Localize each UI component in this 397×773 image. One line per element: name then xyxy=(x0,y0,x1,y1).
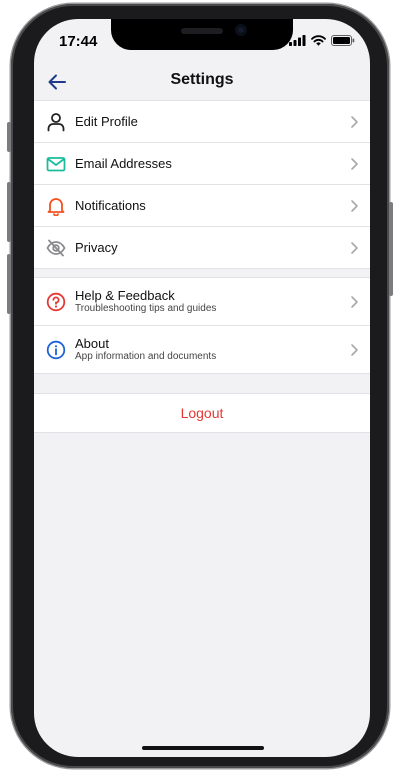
settings-item-label: Email Addresses xyxy=(75,156,172,171)
status-icons xyxy=(289,35,355,46)
notch xyxy=(111,19,293,50)
status-time: 17:44 xyxy=(59,33,98,50)
logout-label: Logout xyxy=(180,405,224,421)
signal-icon xyxy=(289,35,306,46)
envelope-icon xyxy=(46,156,66,171)
question-circle-icon xyxy=(46,292,66,311)
logout-button[interactable]: Logout xyxy=(34,393,370,433)
speaker-grille xyxy=(181,28,223,34)
settings-item-label: Notifications xyxy=(75,198,146,213)
chevron-right-icon xyxy=(351,199,358,212)
settings-item-privacy[interactable]: Privacy xyxy=(34,226,370,269)
settings-item-help-feedback[interactable]: Help & Feedback Troubleshooting tips and… xyxy=(34,277,370,325)
settings-group-account: Edit Profile Email Addresses Notificatio… xyxy=(34,100,370,269)
chevron-right-icon xyxy=(351,241,358,254)
user-icon xyxy=(47,112,65,131)
home-indicator[interactable] xyxy=(142,746,264,750)
phone-screen: 17:44 Settings Edit Profile Email Addres… xyxy=(34,19,370,757)
navigation-header: Settings xyxy=(34,63,370,100)
volume-up-button xyxy=(7,182,11,242)
settings-item-edit-profile[interactable]: Edit Profile xyxy=(34,100,370,142)
settings-item-sublabel: App information and documents xyxy=(75,351,217,362)
settings-item-about[interactable]: About App information and documents xyxy=(34,325,370,374)
battery-icon xyxy=(331,35,355,46)
settings-item-label: Privacy xyxy=(75,240,118,255)
chevron-right-icon xyxy=(351,157,358,170)
settings-item-label: Help & Feedback xyxy=(75,288,175,303)
wifi-icon xyxy=(311,35,326,46)
bell-icon xyxy=(47,197,65,216)
eye-slash-icon xyxy=(46,239,66,256)
chevron-right-icon xyxy=(351,295,358,308)
volume-down-button xyxy=(7,254,11,314)
settings-item-label: About xyxy=(75,336,109,351)
settings-item-sublabel: Troubleshooting tips and guides xyxy=(75,303,217,314)
settings-group-support: Help & Feedback Troubleshooting tips and… xyxy=(34,277,370,374)
front-camera xyxy=(235,24,247,36)
chevron-right-icon xyxy=(351,115,358,128)
info-circle-icon xyxy=(46,340,66,359)
settings-item-email-addresses[interactable]: Email Addresses xyxy=(34,142,370,184)
mute-switch xyxy=(7,122,11,152)
page-title: Settings xyxy=(170,71,234,88)
settings-item-label: Edit Profile xyxy=(75,114,138,129)
chevron-right-icon xyxy=(351,343,358,356)
settings-item-notifications[interactable]: Notifications xyxy=(34,184,370,226)
power-button xyxy=(389,202,393,296)
